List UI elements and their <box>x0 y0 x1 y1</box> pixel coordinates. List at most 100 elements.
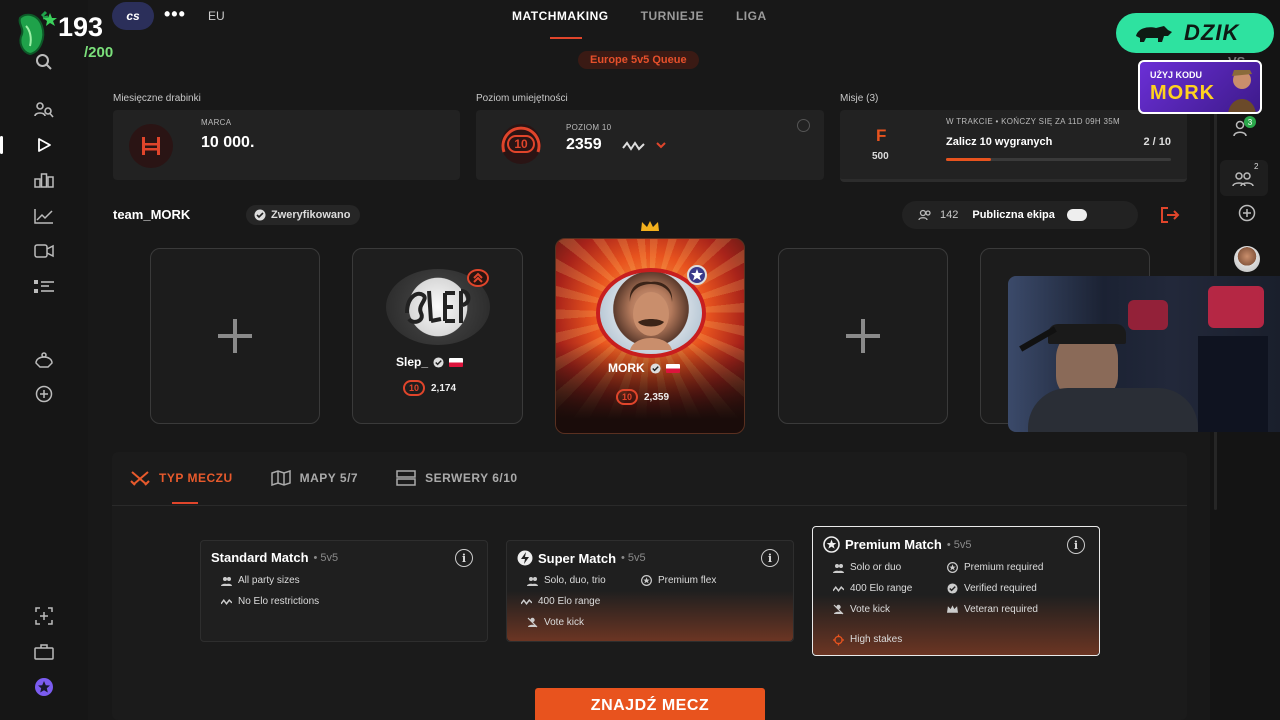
chevron-down-icon[interactable] <box>656 142 666 149</box>
chair <box>1198 336 1268 432</box>
feature-label: Vote kick <box>544 617 585 628</box>
feature-label: Solo or duo <box>850 562 902 573</box>
match-title: Standard Match <box>211 550 309 565</box>
streamer-webcam <box>1008 276 1280 432</box>
nav-league[interactable]: LIGA <box>736 9 767 23</box>
friends-count-badge: 3 <box>1244 116 1256 128</box>
character-icon <box>1228 70 1256 112</box>
feature-label: All party sizes <box>238 575 300 586</box>
player-elo: 2,174 <box>431 382 457 394</box>
public-team-control: 142 Publiczna ekipa <box>902 201 1138 229</box>
skill-sub: POZIOM 10 <box>566 123 612 132</box>
scan-icon[interactable] <box>30 602 58 630</box>
ranking-icon[interactable] <box>30 166 58 194</box>
slep-logo <box>405 289 471 324</box>
party-icon <box>527 575 538 586</box>
mission-points: 500 <box>872 151 889 162</box>
match-title-row: Standard Match • 5v5 <box>211 550 338 565</box>
pepper-icon <box>18 10 57 56</box>
left-sidebar <box>0 0 88 720</box>
skill-elo: 2359 <box>566 136 602 153</box>
match-mode: • 5v5 <box>621 552 646 564</box>
briefcase-icon[interactable] <box>30 638 58 666</box>
missions-label: Misje (3) <box>840 93 879 104</box>
tab-servers[interactable]: SERWERY 6/10 <box>396 470 517 486</box>
super-match-card[interactable]: Super Match • 5v5 i Solo, duo, trio Prem… <box>506 540 794 642</box>
ladders-sub: MARCA <box>201 118 232 127</box>
game-badge[interactable]: cs <box>112 2 154 30</box>
feature-item: Premium flex <box>641 575 716 586</box>
skill-card[interactable]: 10 POZIOM 10 2359 <box>476 110 824 180</box>
feature-label: High stakes <box>850 634 903 645</box>
info-icon[interactable] <box>797 119 810 132</box>
feature-label: Veteran required <box>964 604 1038 615</box>
poland-flag-icon <box>665 363 680 373</box>
list-icon[interactable] <box>30 273 58 301</box>
streak-count: 193 <box>58 12 104 42</box>
streamer-body <box>1028 388 1198 432</box>
player-name: Slep_ <box>396 355 429 369</box>
player-card-mork[interactable]: MORK 10 2,359 <box>555 238 745 434</box>
tabs-divider <box>112 505 1187 506</box>
empty-slot-2[interactable] <box>778 248 948 424</box>
video-icon[interactable] <box>30 237 58 265</box>
leave-team-icon[interactable] <box>1160 206 1180 224</box>
verified-icon <box>433 356 444 368</box>
info-icon[interactable]: i <box>761 549 779 567</box>
premium-match-card[interactable]: Premium Match • 5v5 i Solo or duo Premiu… <box>812 526 1100 656</box>
standard-match-card[interactable]: Standard Match • 5v5 i All party sizes N… <box>200 540 488 642</box>
stats-icon[interactable] <box>30 202 58 230</box>
find-players-icon[interactable] <box>30 96 58 124</box>
add-circle-icon[interactable] <box>30 380 58 408</box>
add-friend-icon[interactable] <box>1238 204 1256 222</box>
club-icon[interactable] <box>30 346 58 374</box>
feature-label: No Elo restrictions <box>238 596 320 607</box>
add-player-icon <box>218 319 252 353</box>
mission-grade: F <box>876 126 887 145</box>
feature-label: Premium flex <box>658 575 717 586</box>
poland-flag-icon <box>449 357 464 367</box>
more-menu-icon[interactable]: ••• <box>164 4 186 25</box>
verified-badge: Zweryfikowano <box>246 205 361 225</box>
queue-badge: Europe 5v5 Queue <box>578 51 699 69</box>
feature-item: 400 Elo range <box>833 583 912 594</box>
region-label[interactable]: EU <box>208 9 225 23</box>
skill-level-gauge: 10 <box>496 122 546 166</box>
neon-sign <box>1128 300 1168 330</box>
feature-item: Solo, duo, trio <box>527 575 606 586</box>
party-requests[interactable]: 2 <box>1220 160 1268 196</box>
feature-label: Premium required <box>964 562 1044 573</box>
friend-avatar[interactable] <box>1234 246 1260 272</box>
server-icon <box>396 470 416 486</box>
map-icon <box>270 470 291 486</box>
player-elo-row: 10 2,174 <box>403 380 456 396</box>
friends-icon[interactable]: 3 <box>1232 116 1256 142</box>
tab-label: MAPY 5/7 <box>299 471 359 485</box>
premium-star-icon[interactable] <box>30 673 58 701</box>
missions-card[interactable]: F 500 W TRAKCIE • KOŃCZY SIĘ ZA 11D 09H … <box>840 110 1187 182</box>
info-icon[interactable]: i <box>455 549 473 567</box>
crown-icon <box>947 604 958 615</box>
player-card-slep[interactable]: Slep_ 10 2,174 <box>352 248 523 424</box>
promo-code-banner: UŻYJ KODU MORK <box>1138 60 1262 114</box>
info-icon[interactable]: i <box>1067 536 1085 554</box>
premium-badge-icon <box>687 265 707 285</box>
ladders-card[interactable]: MARCA 10 000. <box>113 110 460 180</box>
play-icon[interactable] <box>30 131 58 159</box>
members-count: 142 <box>940 209 959 221</box>
premium-star-icon <box>641 575 652 586</box>
dzik-logo: DZIK <box>1116 13 1274 53</box>
elo-trend-icon <box>521 596 532 607</box>
public-team-toggle[interactable] <box>1066 209 1087 221</box>
nav-tournaments[interactable]: TURNIEJE <box>641 9 704 23</box>
elo-trend-icon <box>622 141 645 151</box>
top-nav: MATCHMAKING TURNIEJE LIGA <box>512 9 767 39</box>
feature-label: Vote kick <box>850 604 891 615</box>
verified-icon <box>947 583 958 594</box>
empty-slot-1[interactable] <box>150 248 320 424</box>
promo-line2: MORK <box>1150 82 1216 104</box>
find-match-button[interactable]: ZNAJDŹ MECZ <box>535 688 765 720</box>
tab-match-type[interactable]: TYP MECZU <box>130 470 233 504</box>
tab-maps[interactable]: MAPY 5/7 <box>270 470 359 486</box>
nav-matchmaking[interactable]: MATCHMAKING <box>512 9 609 39</box>
